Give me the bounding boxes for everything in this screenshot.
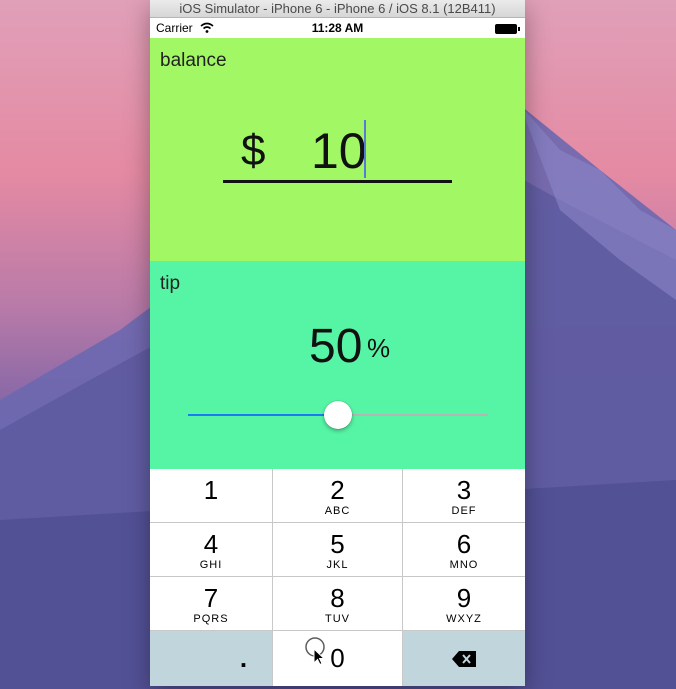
key-2[interactable]: 2 ABC (273, 469, 403, 523)
slider-fill (188, 414, 338, 416)
key-7[interactable]: 7 PQRS (150, 577, 273, 631)
decimal-label: . (239, 643, 248, 673)
number-keypad: 1 2 ABC 3 DEF 4 GHI 5 JKL 6 MNO 7 PQRS 8… (150, 469, 525, 686)
key-digit: 4 (203, 529, 219, 559)
key-digit: 7 (203, 583, 219, 613)
window-title: iOS Simulator - iPhone 6 - iPhone 6 / iO… (150, 0, 525, 18)
status-bar: Carrier 11:28 AM (150, 18, 525, 38)
key-9[interactable]: 9 WXYZ (403, 577, 525, 631)
balance-input[interactable]: 10 (311, 122, 367, 180)
key-digit: 9 (456, 583, 472, 613)
key-digit: 0 (330, 643, 345, 673)
key-3[interactable]: 3 DEF (403, 469, 525, 523)
key-letters: ABC (324, 505, 351, 517)
slider-thumb[interactable] (324, 401, 352, 429)
key-digit: 6 (456, 529, 472, 559)
key-8[interactable]: 8 TUV (273, 577, 403, 631)
status-time: 11:28 AM (311, 21, 364, 35)
key-digit: 8 (330, 583, 345, 613)
key-letters: TUV (325, 613, 350, 625)
desktop-background: iOS Simulator - iPhone 6 - iPhone 6 / iO… (0, 0, 676, 689)
mouse-cursor-icon (305, 637, 326, 665)
key-digit: 5 (330, 529, 345, 559)
key-digit: 3 (456, 475, 472, 505)
balance-underline (223, 180, 452, 183)
balance-section: balance $ 10 (150, 38, 525, 261)
tip-label: tip (160, 273, 181, 294)
key-digit: 2 (330, 475, 345, 505)
key-6[interactable]: 6 MNO (403, 523, 525, 577)
tip-section: tip 50 % (150, 261, 525, 469)
tip-percentage-value: 50 (309, 320, 363, 373)
key-1[interactable]: 1 (150, 469, 273, 523)
percent-sign: % (367, 333, 391, 363)
battery-icon (495, 24, 520, 34)
decimal-key[interactable]: . (150, 631, 273, 686)
key-letters: DEF (451, 505, 477, 517)
backspace-icon (452, 651, 476, 667)
balance-label: balance (160, 50, 227, 71)
key-letters: PQRS (193, 613, 229, 625)
simulator-window: iOS Simulator - iPhone 6 - iPhone 6 / iO… (150, 0, 525, 686)
key-5[interactable]: 5 JKL (273, 523, 403, 577)
key-letters: GHI (199, 559, 223, 571)
key-digit: 1 (203, 475, 219, 505)
text-caret (364, 120, 366, 178)
key-letters: JKL (326, 559, 349, 571)
backspace-key[interactable] (403, 631, 525, 686)
key-letters: MNO (449, 559, 479, 571)
key-4[interactable]: 4 GHI (150, 523, 273, 577)
key-letters: WXYZ (446, 613, 482, 625)
tip-slider[interactable] (188, 401, 488, 429)
key-0[interactable]: 0 (273, 631, 403, 686)
currency-symbol: $ (241, 126, 266, 175)
